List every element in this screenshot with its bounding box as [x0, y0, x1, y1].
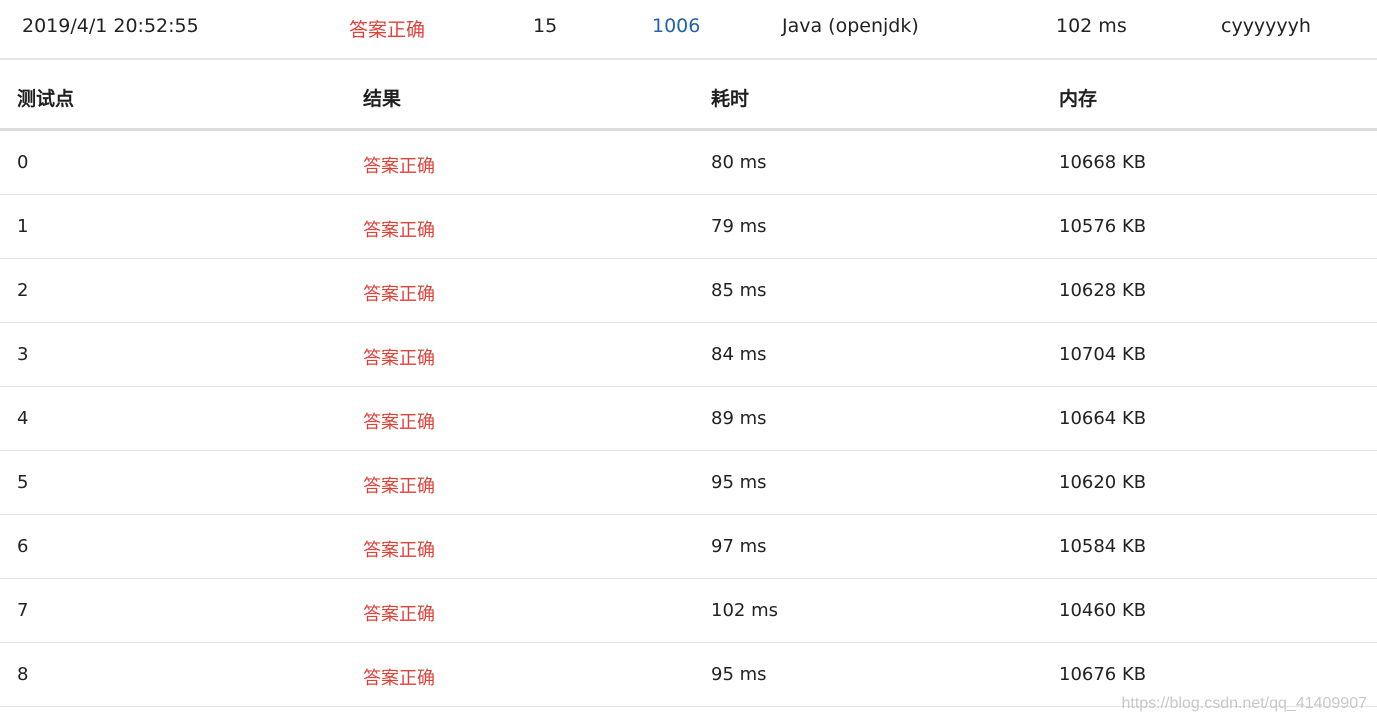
testcase-result: 答案正确 [363, 348, 435, 369]
testcase-id: 0 [17, 152, 29, 173]
testcase-time: 85 ms [711, 280, 767, 301]
table-row: 3 答案正确 84 ms 10704 KB [0, 323, 1377, 387]
submission-status: 答案正确 [349, 19, 426, 41]
testcase-id: 3 [17, 344, 29, 365]
submission-page: 2019/4/1 20:52:55 答案正确 15 1006 Java (ope… [0, 0, 1377, 721]
testcase-id: 4 [17, 408, 29, 429]
header-testcase: 测试点 [17, 88, 75, 110]
testcase-result: 答案正确 [363, 604, 435, 625]
testcase-result: 答案正确 [363, 220, 435, 241]
testcase-time: 102 ms [711, 600, 778, 621]
submission-time: 2019/4/1 20:52:55 [22, 15, 199, 37]
watermark: https://blog.csdn.net/qq_41409907 [1121, 695, 1367, 712]
testcase-memory: 10460 KB [1059, 600, 1147, 621]
testcase-memory: 10584 KB [1059, 536, 1147, 557]
table-row: 7 答案正确 102 ms 10460 KB [0, 579, 1377, 643]
testcase-result: 答案正确 [363, 412, 435, 433]
testcase-result: 答案正确 [363, 540, 435, 561]
testcase-time: 79 ms [711, 216, 767, 237]
testcase-memory: 10620 KB [1059, 472, 1147, 493]
testcase-id: 2 [17, 280, 29, 301]
table-row: 6 答案正确 97 ms 10584 KB [0, 515, 1377, 579]
testcase-memory: 10664 KB [1059, 408, 1147, 429]
testcase-memory: 10668 KB [1059, 152, 1147, 173]
testcase-table: 测试点 结果 耗时 内存 0 答案正确 80 ms 10668 KB 1 答案正… [0, 60, 1377, 707]
table-header: 测试点 结果 耗时 内存 [0, 60, 1377, 131]
testcase-time: 80 ms [711, 152, 767, 173]
testcase-result: 答案正确 [363, 156, 435, 177]
testcase-result: 答案正确 [363, 284, 435, 305]
testcase-memory: 10576 KB [1059, 216, 1147, 237]
testcase-memory: 10628 KB [1059, 280, 1147, 301]
testcase-time: 89 ms [711, 408, 767, 429]
testcase-time: 95 ms [711, 664, 767, 685]
testcase-id: 5 [17, 472, 29, 493]
header-memory: 内存 [1059, 88, 1098, 110]
testcase-result: 答案正确 [363, 668, 435, 689]
header-time: 耗时 [711, 88, 750, 110]
testcase-memory: 10704 KB [1059, 344, 1147, 365]
testcase-time: 95 ms [711, 472, 767, 493]
header-result: 结果 [363, 88, 402, 110]
submission-user: cyyyyyyh [1221, 15, 1311, 37]
table-row: 1 答案正确 79 ms 10576 KB [0, 195, 1377, 259]
testcase-time: 97 ms [711, 536, 767, 557]
problem-link[interactable]: 1006 [652, 15, 700, 37]
testcase-result: 答案正确 [363, 476, 435, 497]
testcase-id: 6 [17, 536, 29, 557]
testcase-id: 1 [17, 216, 29, 237]
table-row: 5 答案正确 95 ms 10620 KB [0, 451, 1377, 515]
testcase-id: 8 [17, 664, 29, 685]
submission-score: 15 [533, 15, 558, 37]
testcase-time: 84 ms [711, 344, 767, 365]
submission-language: Java (openjdk) [782, 15, 919, 37]
table-row: 0 答案正确 80 ms 10668 KB [0, 131, 1377, 195]
table-row: 4 答案正确 89 ms 10664 KB [0, 387, 1377, 451]
testcase-id: 7 [17, 600, 29, 621]
table-row: 2 答案正确 85 ms 10628 KB [0, 259, 1377, 323]
submission-summary-row: 2019/4/1 20:52:55 答案正确 15 1006 Java (ope… [0, 0, 1377, 60]
submission-runtime: 102 ms [1056, 15, 1127, 37]
testcase-memory: 10676 KB [1059, 664, 1147, 685]
